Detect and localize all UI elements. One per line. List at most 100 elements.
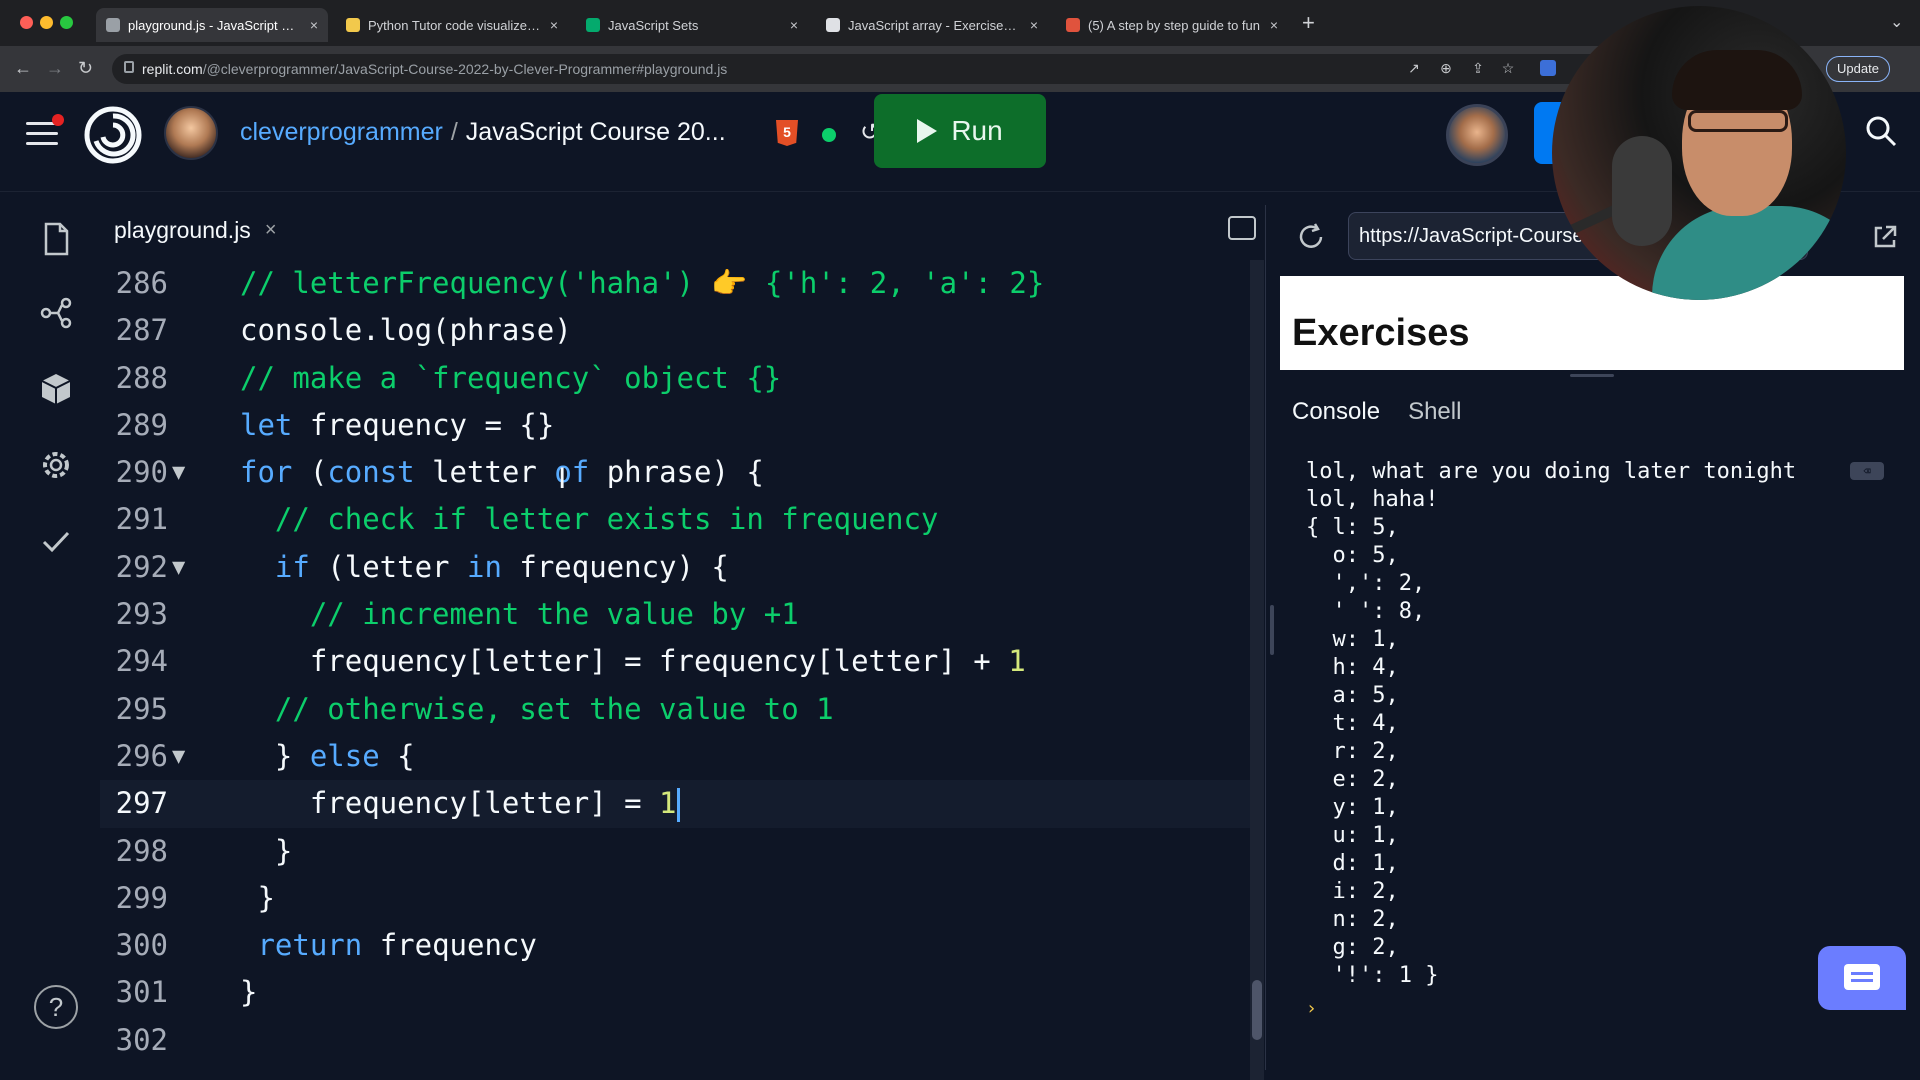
open-in-new-tab-icon[interactable] xyxy=(1872,224,1898,250)
code-line[interactable]: 290 ▼ for (const letter of phrase) { xyxy=(100,449,1252,496)
code-line[interactable]: 291 // check if letter exists in frequen… xyxy=(100,496,1252,543)
reload-icon[interactable]: ↻ xyxy=(78,58,93,79)
code-token: letter xyxy=(414,455,555,490)
code-token: phrase) { xyxy=(589,455,764,490)
browser-tab[interactable]: (5) A step by step guide to fun × xyxy=(1056,8,1288,42)
console-line: r: 2, xyxy=(1306,739,1399,764)
close-tab-icon[interactable]: × xyxy=(265,219,277,242)
resize-grip[interactable] xyxy=(1270,605,1274,655)
webview-reload-icon[interactable] xyxy=(1296,222,1326,252)
line-number: 289 xyxy=(115,407,168,442)
back-arrow-icon[interactable]: ← xyxy=(14,58,32,79)
code-token: } xyxy=(240,975,258,1010)
code-line[interactable]: 289 let frequency = {} xyxy=(100,402,1252,449)
line-number: 286 xyxy=(115,266,168,300)
tab-console[interactable]: Console xyxy=(1292,388,1380,438)
bookmark-star-icon[interactable]: ☆ xyxy=(1500,60,1516,76)
tab-close-icon[interactable]: × xyxy=(1030,17,1038,33)
presenter-hair xyxy=(1672,50,1802,110)
code-editor: playground.js × 286 // letterFrequency('h… xyxy=(100,200,1264,1080)
forward-arrow-icon[interactable]: → xyxy=(46,58,64,79)
pane-resize-handle[interactable] xyxy=(1265,205,1279,1070)
code-line[interactable]: 286 // letterFrequency('haha') 👉 {'h': 2,… xyxy=(100,260,1252,307)
code-line[interactable]: 296 ▼ } else { xyxy=(100,733,1252,780)
settings-icon[interactable] xyxy=(38,447,74,483)
replit-logo-icon[interactable] xyxy=(84,106,142,164)
address-bar[interactable]: replit.com/@cleverprogrammer/JavaScript-… xyxy=(112,54,1812,84)
tab-search-chevron-icon[interactable]: ⌄ xyxy=(1890,12,1903,32)
tab-close-icon[interactable]: × xyxy=(1270,17,1278,33)
update-button[interactable]: Update xyxy=(1826,56,1890,82)
code-text: } else { xyxy=(240,733,415,780)
clear-console-icon[interactable]: ⌫ xyxy=(1850,462,1884,480)
search-icon[interactable] xyxy=(1864,114,1898,148)
files-icon[interactable] xyxy=(38,221,74,257)
code-line[interactable]: 287 console.log(phrase) xyxy=(100,307,1252,354)
fold-arrow-icon[interactable]: ▼ xyxy=(172,449,185,496)
fold-arrow-icon[interactable]: ▼ xyxy=(172,733,185,780)
code-line[interactable]: 302 xyxy=(100,1017,1252,1064)
console-line: d: 1, xyxy=(1306,851,1399,876)
tab-close-icon[interactable]: × xyxy=(310,17,318,33)
run-button[interactable]: Run xyxy=(874,94,1046,168)
maximize-window-button[interactable] xyxy=(60,16,73,29)
browser-tab[interactable]: Python Tutor code visualizer: V × xyxy=(336,8,568,42)
code-text: } xyxy=(240,828,292,875)
editor-scrollbar[interactable] xyxy=(1250,260,1264,1080)
tab-close-icon[interactable]: × xyxy=(550,17,558,33)
code-line[interactable]: 293 // increment the value by +1 xyxy=(100,591,1252,638)
code-line[interactable]: 300 return frequency xyxy=(100,922,1252,969)
share-icon[interactable]: ⇪ xyxy=(1470,60,1486,76)
browser-tab[interactable]: playground.js - JavaScript Cou × xyxy=(96,8,328,42)
line-number: 290 xyxy=(115,455,168,490)
multiplayer-avatar[interactable] xyxy=(1446,104,1508,166)
tab-close-icon[interactable]: × xyxy=(790,17,798,33)
tab-label: JavaScript Sets xyxy=(608,17,699,33)
minimize-window-button[interactable] xyxy=(40,16,53,29)
tools-sidebar: ? xyxy=(0,193,112,1080)
code-line[interactable]: 299 } xyxy=(100,875,1252,922)
new-tab-button[interactable]: + xyxy=(1302,12,1315,34)
lock-icon[interactable] xyxy=(124,61,134,73)
console-resize-handle[interactable] xyxy=(1570,374,1614,377)
check-icon[interactable] xyxy=(38,523,74,559)
code-line[interactable]: 294 frequency[letter] = frequency[letter… xyxy=(100,638,1252,685)
console-line: '!': 1 } xyxy=(1306,963,1439,988)
code-token: frequency[letter] = frequency[letter] + xyxy=(240,644,1009,679)
browser-tab[interactable]: JavaScript array - Exercises, P × xyxy=(816,8,1048,42)
code-text: } xyxy=(240,875,274,922)
file-tab-playground[interactable]: playground.js × xyxy=(114,208,277,252)
repl-name[interactable]: JavaScript Course 20... xyxy=(466,118,726,146)
code-line[interactable]: 297 frequency[letter] = 1 xyxy=(100,780,1252,828)
extension-icon[interactable] xyxy=(1540,60,1556,76)
owner-avatar[interactable] xyxy=(164,106,218,160)
code-token: ( xyxy=(292,455,328,490)
code-token: else xyxy=(309,738,380,773)
scrollbar-thumb[interactable] xyxy=(1252,980,1262,1040)
help-button[interactable]: ? xyxy=(34,985,78,1029)
fold-arrow-icon[interactable]: ▼ xyxy=(172,544,185,591)
code-line[interactable]: 292 ▼ if (letter in frequency) { xyxy=(100,544,1252,591)
text-cursor-ibeam-icon: I xyxy=(558,462,567,495)
browser-tab[interactable]: JavaScript Sets × xyxy=(576,8,808,42)
tab-shell[interactable]: Shell xyxy=(1408,388,1461,438)
chat-button[interactable] xyxy=(1818,946,1906,1010)
console-prompt[interactable]: › xyxy=(1306,998,1317,1019)
code-line[interactable]: 295 // otherwise, set the value to 1 xyxy=(100,686,1252,733)
owner-link[interactable]: cleverprogrammer xyxy=(240,118,443,146)
code-token: in xyxy=(466,549,502,584)
menu-icon[interactable] xyxy=(26,122,58,148)
packages-icon[interactable] xyxy=(38,371,74,407)
close-window-button[interactable] xyxy=(20,16,33,29)
console-output[interactable]: ⌫ › lol, what are you doing later tonigh… xyxy=(1280,440,1904,1080)
code-line[interactable]: 288 // make a `frequency` object {} xyxy=(100,355,1252,402)
zoom-icon[interactable]: ⊕ xyxy=(1438,60,1454,76)
console-line: w: 1, xyxy=(1306,627,1399,652)
code-line[interactable]: 298 } xyxy=(100,828,1252,875)
code-line[interactable]: 301} xyxy=(100,969,1252,1016)
git-icon[interactable] xyxy=(38,295,74,331)
outline-toggle-icon[interactable] xyxy=(1228,216,1256,240)
open-external-icon[interactable]: ↗ xyxy=(1406,60,1422,76)
console-line: n: 2, xyxy=(1306,907,1399,932)
code-area[interactable]: 286 // letterFrequency('haha') 👉 {'h': 2,… xyxy=(100,260,1252,1064)
